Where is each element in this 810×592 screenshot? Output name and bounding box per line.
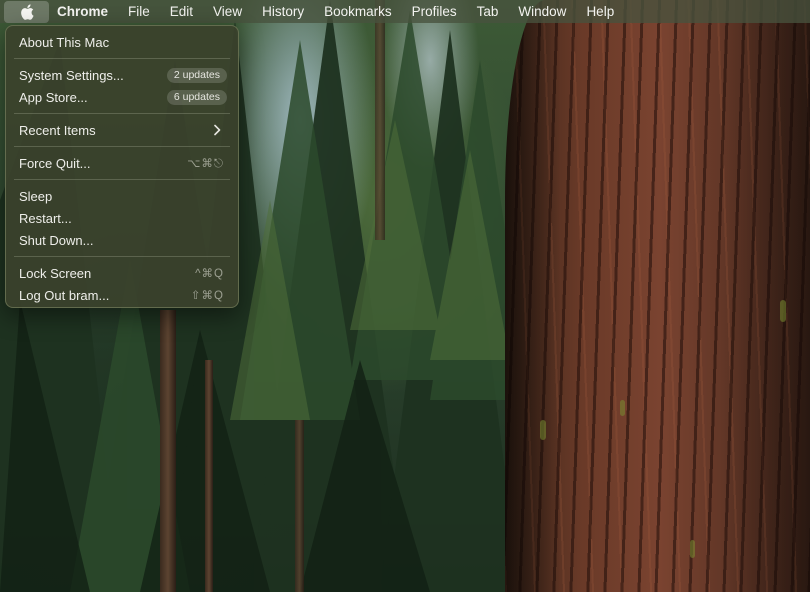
menu-item-label: Log Out bram... <box>19 287 110 303</box>
menu-app-chrome[interactable]: Chrome <box>49 1 118 23</box>
moss <box>620 400 625 416</box>
menu-item-label: Shut Down... <box>19 232 94 248</box>
moss <box>780 300 786 322</box>
menu-item-sleep[interactable]: Sleep <box>6 185 238 207</box>
menu-window[interactable]: Window <box>508 1 576 23</box>
keyboard-shortcut: ⇧⌘Q <box>190 290 224 302</box>
menu-item-label: Recent Items <box>19 122 96 138</box>
menu-separator <box>14 113 230 114</box>
tree-trunk <box>295 420 304 592</box>
menu-item-label: System Settings... <box>19 67 124 83</box>
menu-separator <box>14 146 230 147</box>
menu-bookmarks[interactable]: Bookmarks <box>314 1 402 23</box>
menu-history[interactable]: History <box>252 1 314 23</box>
menu-item-label: Sleep <box>19 188 53 204</box>
menu-item-app-store[interactable]: App Store... 6 updates <box>6 86 238 108</box>
keyboard-shortcut: ^⌘Q <box>195 268 224 280</box>
chevron-right-icon <box>214 124 221 136</box>
menu-help[interactable]: Help <box>576 1 624 23</box>
menu-item-label: Force Quit... <box>19 155 91 171</box>
menu-item-label: About This Mac <box>19 34 110 50</box>
moss <box>690 540 695 558</box>
menu-item-force-quit[interactable]: Force Quit... ⌥⌘⎋ <box>6 152 238 174</box>
tree-trunk <box>160 310 176 592</box>
menu-item-about-this-mac[interactable]: About This Mac <box>6 31 238 53</box>
sequoia-trunk <box>505 0 810 592</box>
keyboard-shortcut: ⌥⌘⎋ <box>187 157 224 170</box>
apple-menu-button[interactable] <box>4 0 49 23</box>
menu-separator <box>14 58 230 59</box>
menu-tab[interactable]: Tab <box>467 1 509 23</box>
menu-item-label: App Store... <box>19 89 88 105</box>
menu-edit[interactable]: Edit <box>160 1 203 23</box>
menu-item-system-settings[interactable]: System Settings... 2 updates <box>6 64 238 86</box>
menu-item-restart[interactable]: Restart... <box>6 207 238 229</box>
apple-logo-icon <box>20 3 33 20</box>
menu-view[interactable]: View <box>203 1 252 23</box>
menu-file[interactable]: File <box>118 1 160 23</box>
menu-item-recent-items[interactable]: Recent Items <box>6 119 238 141</box>
moss <box>540 420 546 440</box>
menu-separator <box>14 256 230 257</box>
menu-item-label: Lock Screen <box>19 265 92 281</box>
menu-item-log-out[interactable]: Log Out bram... ⇧⌘Q <box>6 284 238 306</box>
tree-trunk <box>375 0 385 240</box>
apple-menu-dropdown: About This Mac System Settings... 2 upda… <box>5 25 239 308</box>
menu-bar: Chrome File Edit View History Bookmarks … <box>0 0 810 23</box>
menu-separator <box>14 179 230 180</box>
menu-item-lock-screen[interactable]: Lock Screen ^⌘Q <box>6 262 238 284</box>
menu-profiles[interactable]: Profiles <box>402 1 467 23</box>
menu-item-label: Restart... <box>19 210 72 226</box>
tree-trunk <box>205 360 213 592</box>
updates-badge: 6 updates <box>166 89 227 105</box>
updates-badge: 2 updates <box>166 67 227 83</box>
menu-item-shut-down[interactable]: Shut Down... <box>6 229 238 251</box>
